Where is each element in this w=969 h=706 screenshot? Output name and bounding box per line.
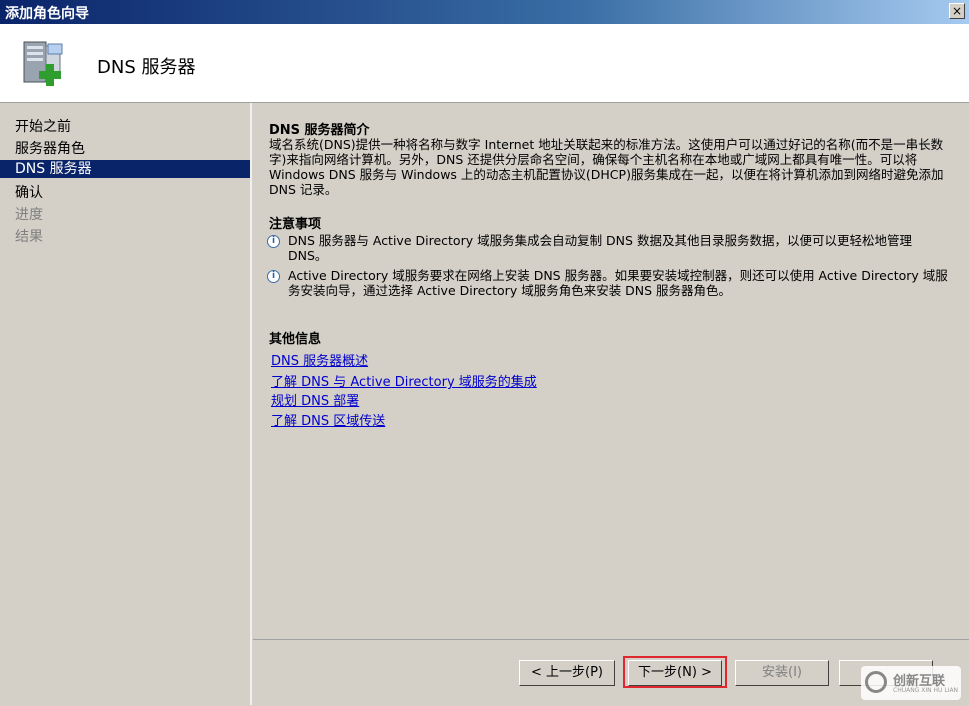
info-icon: i xyxy=(267,235,280,248)
wizard-step-sidebar: 开始之前 服务器角色 DNS 服务器 确认 进度 结果 xyxy=(0,103,252,705)
sidebar-item-server-roles[interactable]: 服务器角色 xyxy=(0,138,250,160)
sidebar-item-confirmation[interactable]: 确认 xyxy=(0,182,250,204)
server-add-icon xyxy=(23,41,63,86)
back-button[interactable]: < 上一步(P) xyxy=(519,660,615,686)
link-dns-ad-integration[interactable]: 了解 DNS 与 Active Directory 域服务的集成 xyxy=(271,371,537,390)
link-plan-dns-deployment[interactable]: 规划 DNS 部署 xyxy=(271,390,359,409)
notes-heading: 注意事项 xyxy=(269,217,322,232)
install-button: 安装(I) xyxy=(735,660,829,686)
sidebar-item-before-you-begin[interactable]: 开始之前 xyxy=(0,116,250,138)
wizard-button-bar: < 上一步(P) 下一步(N) > 安装(I) 创新互联 CHUANG XIN … xyxy=(253,639,969,706)
sidebar-item-progress: 进度 xyxy=(15,207,43,223)
intro-text: 域名系统(DNS)提供一种将名称与数字 Internet 地址关联起来的标准方法… xyxy=(269,137,944,197)
note-text: DNS 服务器与 Active Directory 域服务集成会自动复制 DNS… xyxy=(288,233,912,263)
wizard-content: DNS 服务器简介 域名系统(DNS)提供一种将名称与数字 Internet 地… xyxy=(253,103,969,639)
link-dns-overview[interactable]: DNS 服务器概述 xyxy=(271,350,368,369)
more-info-heading: 其他信息 xyxy=(269,332,322,347)
page-title: DNS 服务器 xyxy=(97,57,196,78)
note-text: Active Directory 域服务要求在网络上安装 DNS 服务器。如果要… xyxy=(288,268,948,298)
window-title: 添加角色向导 xyxy=(5,6,89,22)
title-bar: 添加角色向导 × xyxy=(0,0,969,24)
link-dns-zone-transfer[interactable]: 了解 DNS 区域传送 xyxy=(271,410,385,429)
sidebar-item-dns-server[interactable]: DNS 服务器 xyxy=(0,160,250,178)
brand-logo-icon xyxy=(865,671,887,693)
next-button[interactable]: 下一步(N) > xyxy=(628,660,722,686)
close-button[interactable]: × xyxy=(949,3,965,19)
watermark-subtext: CHUANG XIN HU LIAN xyxy=(893,687,959,694)
wizard-header: DNS 服务器 xyxy=(0,24,969,103)
sidebar-item-results: 结果 xyxy=(15,229,43,245)
info-icon: i xyxy=(267,270,280,283)
intro-heading: DNS 服务器简介 xyxy=(269,123,370,138)
watermark-logo: 创新互联 CHUANG XIN HU LIAN xyxy=(861,666,961,700)
